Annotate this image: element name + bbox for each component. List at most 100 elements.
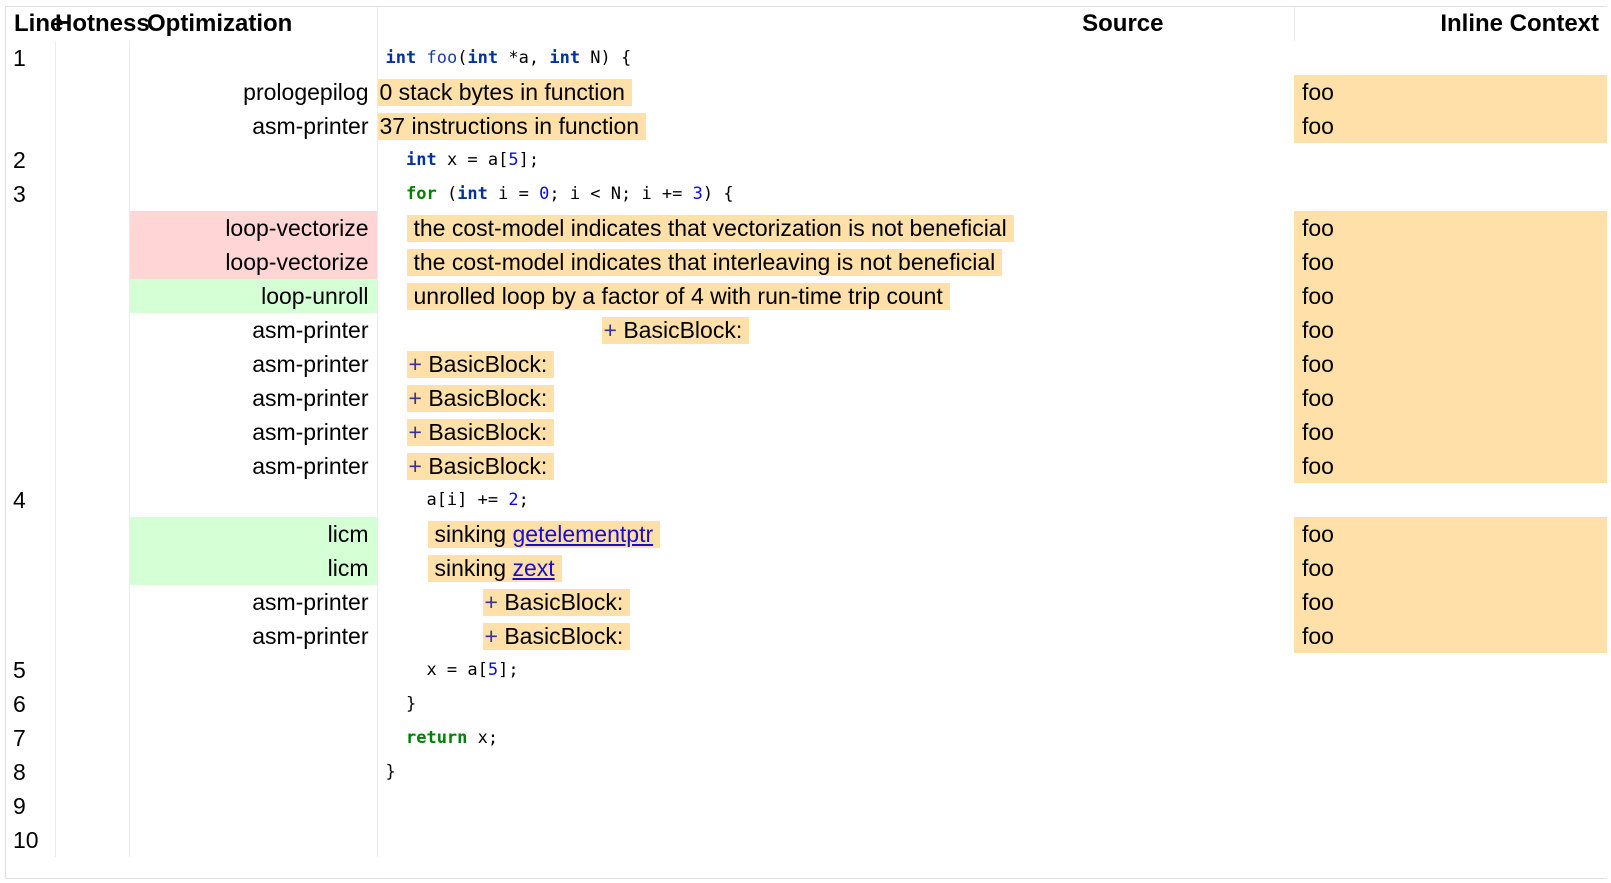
source-code: } [376, 687, 1294, 721]
inline-context-cell [1294, 41, 1607, 75]
line-number: 1 [13, 44, 26, 71]
remark-pass-name: prologepilog [128, 75, 377, 109]
remark-row: asm-printer 37 instructions in function … [6, 109, 1607, 143]
line-number: 10 [13, 826, 39, 853]
remark-row: licm sinking getelementptr foo [6, 517, 1607, 551]
remark-link-zext[interactable]: zext [512, 555, 554, 581]
source-line-row: 10 [6, 823, 1607, 857]
remark-pass-name: asm-printer [128, 585, 377, 619]
column-header-inline-context[interactable]: Inline Context [1293, 7, 1607, 41]
remark-row: asm-printer + BasicBlock: foo [6, 381, 1607, 415]
inline-context-cell: foo [1294, 449, 1607, 483]
remark-message: sinking getelementptr [427, 520, 661, 548]
remark-pass-name: asm-printer [128, 415, 377, 449]
source-line-row: 2 int x = a[5]; [6, 143, 1607, 177]
source-code: int x = a[5]; [376, 143, 1294, 177]
remark-pass-name: asm-printer [128, 381, 377, 415]
expand-toggle[interactable]: + [409, 351, 422, 377]
inline-context-cell: foo [1294, 245, 1607, 279]
expand-toggle[interactable]: + [485, 623, 498, 649]
inline-context-cell: foo [1294, 381, 1607, 415]
source-line-row: 5 x = a[5]; [6, 653, 1607, 687]
column-header-line[interactable]: Line [6, 7, 63, 41]
line-number: 2 [13, 146, 26, 173]
line-number: 3 [13, 180, 26, 207]
remark-row: licm sinking zext foo [6, 551, 1607, 585]
expand-toggle[interactable]: + [604, 317, 617, 343]
remark-row: loop-vectorize the cost-model indicates … [6, 245, 1607, 279]
inline-context-cell: foo [1294, 211, 1607, 245]
remark-row: prologepilog 0 stack bytes in function f… [6, 75, 1607, 109]
table-header-row: Line Hotness Optimization Source Inline … [6, 7, 1607, 41]
source-line-row: 8 } [6, 755, 1607, 789]
remark-pass-name: licm [128, 517, 377, 551]
remark-message: 37 instructions in function [377, 112, 647, 140]
remark-message: the cost-model indicates that interleavi… [406, 248, 1003, 276]
remark-message: + BasicBlock: [406, 350, 555, 378]
source-line-row: 7 return x; [6, 721, 1607, 755]
source-code: } [376, 755, 1294, 789]
remark-row: asm-printer + BasicBlock: foo [6, 449, 1607, 483]
optimization-remarks-table: Line Hotness Optimization Source Inline … [5, 6, 1607, 879]
remark-message: + BasicBlock: [406, 452, 555, 480]
inline-context-cell: foo [1294, 279, 1607, 313]
remark-pass-name: asm-printer [128, 449, 377, 483]
remark-pass-name: loop-vectorize [128, 245, 377, 279]
remark-message: unrolled loop by a factor of 4 with run-… [406, 282, 950, 310]
remark-pass-name: asm-printer [128, 313, 377, 347]
line-number: 7 [13, 724, 26, 751]
inline-context-cell: foo [1294, 313, 1607, 347]
inline-context-cell: foo [1294, 75, 1607, 109]
hotness-cell [54, 41, 129, 75]
remark-row: asm-printer + BasicBlock: foo [6, 313, 1607, 347]
source-code: for (int i = 0; i < N; i += 3) { [376, 177, 1294, 211]
remark-pass-name: asm-printer [128, 619, 377, 653]
remark-pass-name: asm-printer [128, 347, 377, 381]
remark-pass-name: licm [128, 551, 377, 585]
remark-message: + BasicBlock: [482, 622, 631, 650]
remark-row: asm-printer + BasicBlock: foo [6, 415, 1607, 449]
remark-row: asm-printer + BasicBlock: foo [6, 347, 1607, 381]
remark-message: 0 stack bytes in function [377, 78, 632, 106]
remark-row: loop-unroll unrolled loop by a factor of… [6, 279, 1607, 313]
inline-context-cell: foo [1294, 347, 1607, 381]
source-line-row: 1 int foo(int *a, int N) { [6, 41, 1607, 75]
source-code: a[i] += 2; [376, 483, 1294, 517]
remark-message: + BasicBlock: [482, 588, 631, 616]
source-code [376, 823, 1294, 857]
remark-pass-name: loop-vectorize [128, 211, 377, 245]
inline-context-cell: foo [1294, 415, 1607, 449]
remark-row: asm-printer + BasicBlock: foo [6, 619, 1607, 653]
remark-message: + BasicBlock: [406, 384, 555, 412]
inline-context-cell: foo [1294, 551, 1607, 585]
line-number: 9 [13, 792, 26, 819]
source-code [376, 789, 1294, 823]
column-header-hotness[interactable]: Hotness [55, 7, 150, 41]
source-code: x = a[5]; [376, 653, 1294, 687]
line-number: 5 [13, 656, 26, 683]
source-line-row: 6 } [6, 687, 1607, 721]
remark-pass-name: loop-unroll [128, 279, 377, 313]
remark-message: + BasicBlock: [406, 418, 555, 446]
source-line-row: 4 a[i] += 2; [6, 483, 1607, 517]
source-line-row: 9 [6, 789, 1607, 823]
source-code: return x; [376, 721, 1294, 755]
line-number: 4 [13, 486, 26, 513]
column-header-source[interactable]: Source [376, 7, 1294, 41]
inline-context-cell: foo [1294, 109, 1607, 143]
inline-context-cell: foo [1294, 517, 1607, 551]
remark-row: asm-printer + BasicBlock: foo [6, 585, 1607, 619]
expand-toggle[interactable]: + [409, 385, 422, 411]
remark-message: sinking zext [427, 554, 562, 582]
inline-context-cell: foo [1294, 619, 1607, 653]
expand-toggle[interactable]: + [485, 589, 498, 615]
column-header-optimization[interactable]: Optimization [129, 7, 377, 41]
optimization-cell [128, 41, 377, 75]
inline-context-cell: foo [1294, 585, 1607, 619]
expand-toggle[interactable]: + [409, 453, 422, 479]
expand-toggle[interactable]: + [409, 419, 422, 445]
source-line-row: 3 for (int i = 0; i < N; i += 3) { [6, 177, 1607, 211]
remark-link-getelementptr[interactable]: getelementptr [512, 521, 653, 547]
source-code: int foo(int *a, int N) { [376, 41, 1294, 75]
line-number: 6 [13, 690, 26, 717]
